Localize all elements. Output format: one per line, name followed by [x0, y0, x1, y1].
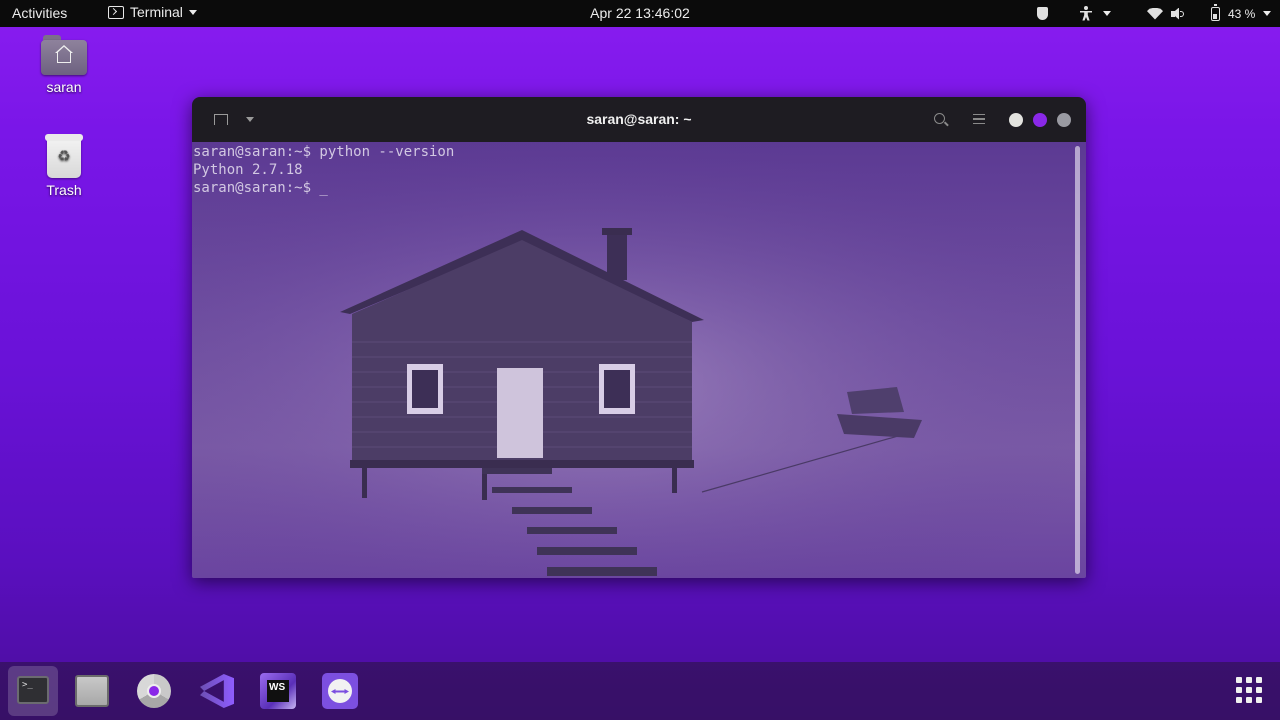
terminal-icon: >_ [17, 676, 49, 704]
dock-files[interactable] [71, 670, 113, 712]
trash-icon: ♻ [45, 134, 83, 178]
shield-icon [1037, 7, 1048, 20]
chevron-down-icon [1263, 11, 1272, 16]
desktop-icon-trash[interactable]: ♻ Trash [34, 134, 94, 198]
terminal-line: Python 2.7.18 [193, 162, 303, 178]
dock-chrome[interactable] [133, 670, 175, 712]
search-icon[interactable] [934, 113, 945, 124]
terminal-icon [108, 5, 124, 19]
terminal-area[interactable]: saran@saran:~$ python --version Python 2.… [192, 142, 1086, 578]
dock-teamviewer[interactable] [319, 670, 361, 712]
security-indicator[interactable] [1037, 0, 1048, 27]
terminal-output: saran@saran:~$ python --version Python 2.… [193, 143, 454, 197]
system-menu[interactable]: 43 % [1147, 0, 1272, 27]
app-menu-label: Terminal [130, 4, 183, 20]
background-photo [192, 142, 1086, 578]
desktop-icon-home[interactable]: saran [34, 35, 94, 95]
webstorm-badge: WS [267, 680, 289, 702]
new-tab-icon[interactable] [214, 114, 228, 125]
show-applications-grid-icon[interactable] [1236, 677, 1262, 703]
dock-webstorm[interactable]: WS [257, 670, 299, 712]
accessibility-menu[interactable] [1079, 0, 1111, 27]
dock: >_ WS [0, 662, 1280, 720]
desktop-icon-label: Trash [46, 182, 82, 198]
hamburger-menu-icon[interactable] [973, 114, 985, 124]
chevron-down-icon[interactable] [246, 117, 254, 122]
top-bar: Activities Terminal Apr 22 13:46:02 43 % [0, 0, 1280, 27]
vscode-icon [200, 674, 234, 708]
volume-icon [1171, 8, 1185, 20]
app-menu[interactable]: Terminal [108, 4, 197, 20]
clock[interactable]: Apr 22 13:46:02 [590, 5, 690, 21]
scrollbar[interactable] [1075, 146, 1080, 574]
terminal-prompt[interactable]: saran@saran:~$ _ [193, 179, 454, 197]
dock-vscode[interactable] [195, 670, 237, 712]
desktop-icon-label: saran [46, 79, 82, 95]
accessibility-icon [1079, 5, 1093, 22]
battery-percentage: 43 % [1228, 6, 1256, 21]
dock-terminal[interactable]: >_ [8, 666, 58, 716]
terminal-line: saran@saran:~$ python --version [193, 144, 455, 160]
window-title: saran@saran: ~ [586, 111, 692, 127]
wifi-icon [1147, 7, 1163, 20]
files-icon [75, 675, 109, 707]
home-folder-icon [41, 35, 87, 75]
close-button[interactable] [1057, 113, 1071, 127]
maximize-button[interactable] [1033, 113, 1047, 127]
minimize-button[interactable] [1009, 113, 1023, 127]
terminal-window: saran@saran: ~ saran@saran:~$ python --v… [192, 97, 1086, 578]
battery-icon [1211, 3, 1220, 21]
window-titlebar[interactable]: saran@saran: ~ [192, 97, 1086, 142]
chevron-down-icon [1103, 11, 1111, 16]
chevron-down-icon [188, 9, 197, 15]
activities-button[interactable]: Activities [12, 5, 67, 21]
